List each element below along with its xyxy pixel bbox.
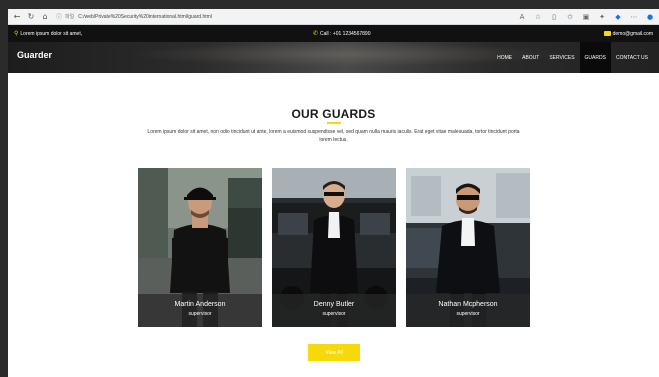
nav-item-about[interactable]: ABOUT (517, 42, 544, 73)
guard-card[interactable]: Martin Anderson supervisor (138, 168, 262, 327)
brand-logo[interactable]: Guarder (17, 50, 52, 60)
email-info: demo@gmail.com (603, 25, 653, 42)
guard-name: Nathan Mcpherson (438, 301, 498, 308)
email-text[interactable]: demo@gmail.com (613, 31, 653, 37)
address-text: Lorem ipsum dolor sit amet, (20, 30, 83, 37)
section-title: OUR GUARDS (291, 107, 376, 121)
top-info-bar: ⚲ Lorem ipsum dolor sit amet, ✆ Call : +… (8, 25, 659, 42)
copilot-icon[interactable]: ● (645, 12, 655, 22)
split-screen-icon[interactable]: ▯ (549, 12, 559, 22)
guard-role: supervisor (188, 311, 212, 317)
nav-item-services[interactable]: SERVICES (544, 42, 579, 73)
nav-item-guards[interactable]: GUARDS (579, 42, 611, 73)
mail-icon (603, 31, 611, 36)
title-underline (327, 122, 341, 124)
info-icon[interactable]: ⓘ (56, 12, 62, 21)
browser-actions: A ☆ ▯ ✩ ▣ ✦ ◆ ⋯ ● (517, 12, 655, 22)
favorites-icon[interactable]: ✩ (565, 12, 575, 22)
favorite-star-icon[interactable]: ☆ (533, 12, 543, 22)
phone-text[interactable]: Call : +01 1234567890 (320, 31, 370, 37)
phone-icon: ✆ (313, 31, 319, 37)
main-navbar: Guarder HOME ABOUT SERVICES GUARDS CONTA… (8, 42, 659, 73)
guard-card[interactable]: Nathan Mcpherson supervisor (406, 168, 530, 327)
nav-item-contact-us[interactable]: CONTACT US (611, 42, 653, 73)
browser-toolbar: ← ↻ ⌂ ⓘ 파일 C:/web/Private%20Security%20i… (8, 9, 659, 25)
collections-icon[interactable]: ▣ (581, 12, 591, 22)
more-icon[interactable]: ⋯ (629, 12, 639, 22)
guard-caption: Martin Anderson supervisor (138, 294, 262, 327)
section-description: Lorem ipsum dolor sit amet, non odio tin… (147, 129, 520, 143)
reload-icon[interactable]: ↻ (26, 12, 36, 22)
guard-caption: Nathan Mcpherson supervisor (406, 294, 530, 327)
location-pin-icon: ⚲ (14, 31, 19, 37)
address-bar[interactable]: ⓘ 파일 C:/web/Private%20Security%20interna… (56, 11, 236, 22)
security-label: 파일 (65, 14, 75, 20)
address-info: ⚲ Lorem ipsum dolor sit amet, (14, 25, 82, 42)
guard-name: Denny Butler (313, 301, 355, 308)
nav-menu: HOME ABOUT SERVICES GUARDS CONTACT US (492, 42, 653, 73)
guard-name: Martin Anderson (174, 301, 226, 308)
guard-card[interactable]: Denny Butler supervisor (272, 168, 396, 327)
shield-icon[interactable]: ◆ (613, 12, 623, 22)
extensions-icon[interactable]: ✦ (597, 12, 607, 22)
guard-role: supervisor (456, 311, 480, 317)
view-all-button[interactable]: View All (308, 344, 360, 361)
url-text[interactable]: C:/web/Private%20Security%20internationa… (78, 14, 212, 20)
nav-item-home[interactable]: HOME (492, 42, 517, 73)
phone-info: ✆ Call : +01 1234567890 (313, 25, 371, 42)
back-arrow-icon[interactable]: ← (12, 12, 22, 22)
guard-role: supervisor (322, 311, 346, 317)
home-icon[interactable]: ⌂ (40, 12, 50, 22)
read-aloud-icon[interactable]: A (517, 12, 527, 22)
browser-window: ← ↻ ⌂ ⓘ 파일 C:/web/Private%20Security%20i… (8, 9, 659, 377)
guard-caption: Denny Butler supervisor (272, 294, 396, 327)
